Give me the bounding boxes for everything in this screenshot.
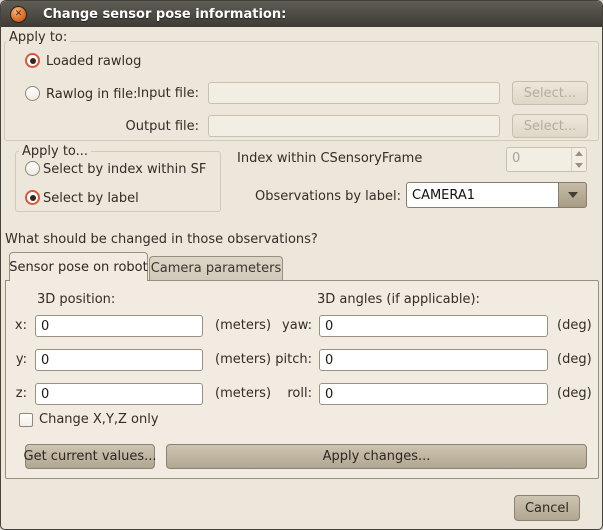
pitch-label: pitch: — [251, 352, 312, 367]
radio-select-by-index-label: Select by index within SF — [43, 162, 206, 177]
index-within-label: Index within CSensoryFrame — [237, 151, 422, 166]
tab-camera-parameters[interactable]: Camera parameters — [149, 256, 283, 280]
index-spinner-value: 0 — [507, 148, 571, 171]
x-label: x: — [9, 318, 27, 333]
yaw-input[interactable] — [319, 315, 548, 337]
input-file-label: Input file: — [121, 86, 199, 101]
get-current-values-button[interactable]: Get current values... — [25, 444, 155, 469]
z-input[interactable] — [35, 383, 203, 405]
dialog-window: ✕ Change sensor pose information: Apply … — [0, 0, 603, 530]
observations-by-label-label: Observations by label: — [241, 189, 401, 204]
output-file-field — [208, 115, 500, 137]
cancel-button[interactable]: Cancel — [514, 495, 580, 521]
index-spinner-arrows — [571, 148, 586, 171]
y-input[interactable] — [35, 349, 203, 371]
y-label: y: — [9, 352, 27, 367]
roll-label: roll: — [251, 386, 312, 401]
position-header: 3D position: — [37, 292, 115, 307]
apply-changes-button[interactable]: Apply changes... — [166, 444, 587, 469]
target-frame-legend: Apply to... — [19, 144, 91, 159]
radio-rawlog-in-file[interactable] — [25, 86, 40, 101]
radio-select-by-label-label: Select by label — [43, 191, 139, 206]
close-button[interactable]: ✕ — [10, 6, 27, 23]
radio-loaded-rawlog[interactable] — [25, 53, 40, 68]
radio-select-by-index[interactable] — [25, 161, 40, 176]
output-file-select-button: Select... — [512, 114, 588, 138]
pitch-input[interactable] — [319, 349, 548, 371]
x-input[interactable] — [35, 315, 203, 337]
tab-sensor-pose[interactable]: Sensor pose on robot — [9, 252, 148, 281]
close-icon: ✕ — [15, 10, 23, 19]
dropdown-arrow-icon — [568, 192, 578, 198]
angles-header: 3D angles (if applicable): — [317, 292, 480, 307]
window-title: Change sensor pose information: — [43, 7, 286, 22]
input-file-select-button: Select... — [512, 81, 588, 105]
spinner-up-icon — [575, 151, 583, 156]
output-file-label: Output file: — [114, 119, 199, 134]
change-xyz-only-label: Change X,Y,Z only — [39, 412, 159, 427]
tab-sensor-pose-label: Sensor pose on robot — [9, 260, 147, 275]
radio-select-by-label[interactable] — [25, 190, 40, 205]
radio-loaded-rawlog-label: Loaded rawlog — [46, 54, 141, 69]
observations-combobox[interactable]: CAMERA1 — [406, 182, 587, 208]
input-file-field — [208, 82, 500, 104]
change-xyz-only-checkbox[interactable] — [19, 413, 33, 427]
yaw-unit-label: (deg) — [557, 318, 592, 333]
title-bar: ✕ Change sensor pose information: — [1, 1, 602, 27]
tab-camera-parameters-label: Camera parameters — [151, 261, 282, 276]
z-label: z: — [9, 386, 27, 401]
apply-to-frame-legend: Apply to: — [6, 30, 70, 45]
observations-combobox-button[interactable] — [558, 182, 587, 208]
roll-unit-label: (deg) — [557, 386, 592, 401]
spinner-down-icon — [575, 163, 583, 168]
observations-combobox-value: CAMERA1 — [406, 182, 558, 208]
yaw-label: yaw: — [251, 318, 312, 333]
index-spinner: 0 — [506, 147, 587, 172]
roll-input[interactable] — [319, 383, 548, 405]
pitch-unit-label: (deg) — [557, 352, 592, 367]
question-label: What should be changed in those observat… — [5, 232, 318, 247]
